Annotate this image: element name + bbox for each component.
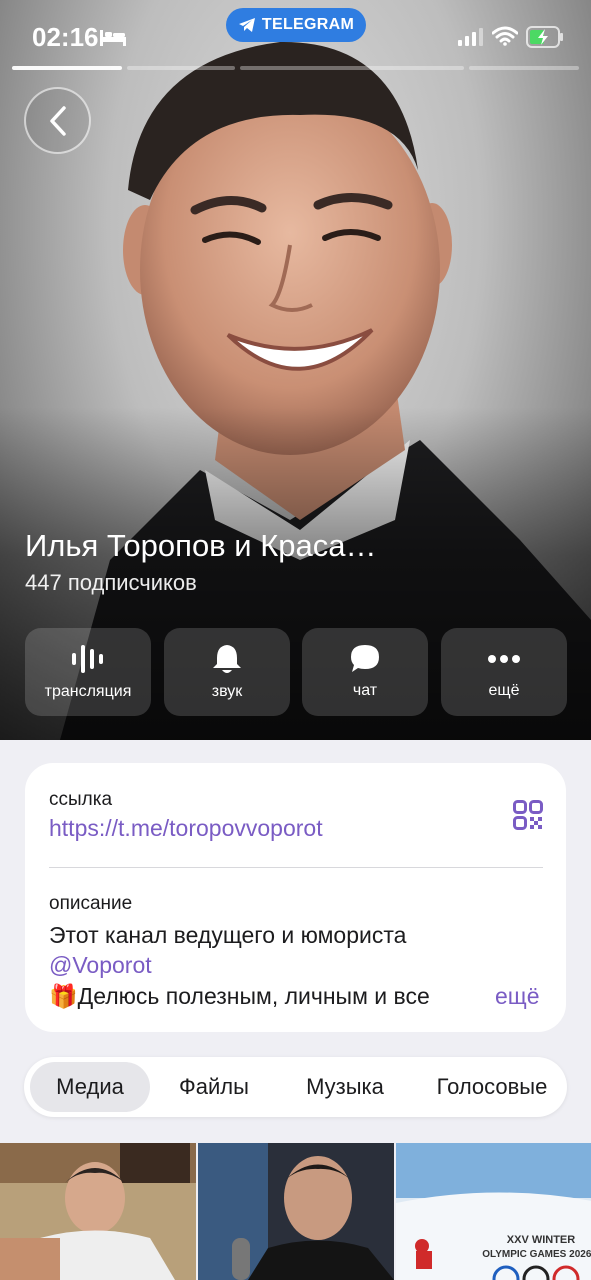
- media-tabs: Медиа Файлы Музыка Голосовые: [24, 1057, 567, 1117]
- sleep-focus-icon: [100, 30, 126, 46]
- media-thumbnail-image: [198, 1143, 394, 1280]
- media-thumbnail[interactable]: XXV WINTER OLYMPIC GAMES 2026 II: [396, 1143, 591, 1280]
- info-divider: [49, 867, 543, 868]
- live-stream-label: трансляция: [44, 683, 132, 700]
- chevron-left-icon: [49, 105, 66, 136]
- link-label: ссылка: [49, 789, 113, 810]
- media-thumbnail[interactable]: [0, 1143, 196, 1280]
- tab-music[interactable]: Музыка: [282, 1062, 408, 1112]
- chat-bubble-icon: [351, 645, 379, 672]
- chat-label: чат: [352, 682, 378, 699]
- app-pill-label: TELEGRAM: [261, 16, 355, 33]
- tab-files[interactable]: Файлы: [158, 1062, 270, 1112]
- status-bar: 02:16 TELEGRAM: [0, 0, 591, 70]
- story-progress-segment: [12, 66, 122, 70]
- description-label: описание: [49, 893, 133, 914]
- telegram-plane-icon: [238, 18, 255, 32]
- description-text: Этот канал ведущего и юмориста: [49, 922, 407, 948]
- chat-button[interactable]: чат: [302, 628, 428, 716]
- story-progress-segment: [469, 66, 579, 70]
- subscriber-count: 447 подписчиков: [25, 570, 197, 595]
- story-progress-segment: [240, 66, 464, 70]
- more-button[interactable]: ещё: [441, 628, 567, 716]
- telegram-return-pill[interactable]: TELEGRAM: [226, 8, 366, 42]
- cellular-signal-icon: [458, 28, 483, 46]
- sound-label: звук: [211, 683, 243, 700]
- battery-charging-icon: [526, 26, 563, 48]
- wifi-icon: [492, 26, 518, 46]
- live-stream-button[interactable]: трансляция: [25, 628, 151, 716]
- expand-description-link[interactable]: ещё: [477, 983, 540, 1010]
- tab-voice[interactable]: Голосовые: [422, 1062, 562, 1112]
- channel-info-card: ссылка https://t.me/toropovvoporot описа…: [25, 763, 566, 1032]
- olympics-caption: OLYMPIC GAMES 2026 II: [482, 1249, 591, 1260]
- bell-icon: [213, 645, 241, 673]
- description-text: 🎁Делюсь полезным, личным и все: [49, 983, 430, 1009]
- status-time: 02:16: [32, 22, 99, 52]
- media-thumbnail-image: XXV WINTER OLYMPIC GAMES 2026 II: [396, 1143, 591, 1280]
- media-thumbnail-image: [0, 1143, 196, 1280]
- olympics-caption: XXV WINTER: [507, 1234, 576, 1246]
- more-dots-icon: [488, 655, 520, 663]
- tab-media[interactable]: Медиа: [30, 1062, 150, 1112]
- media-thumbnail[interactable]: [198, 1143, 394, 1280]
- more-label: ещё: [488, 682, 520, 699]
- story-progress-segment: [127, 66, 235, 70]
- channel-link[interactable]: https://t.me/toropovvoporot: [49, 815, 323, 842]
- back-button[interactable]: [24, 87, 91, 154]
- live-stream-icon: [72, 645, 103, 673]
- channel-title: Илья Торопов и Краса…: [25, 528, 377, 563]
- sound-button[interactable]: звук: [164, 628, 290, 716]
- qr-code-icon[interactable]: [513, 800, 543, 830]
- description-mention[interactable]: @Voporot: [49, 952, 152, 979]
